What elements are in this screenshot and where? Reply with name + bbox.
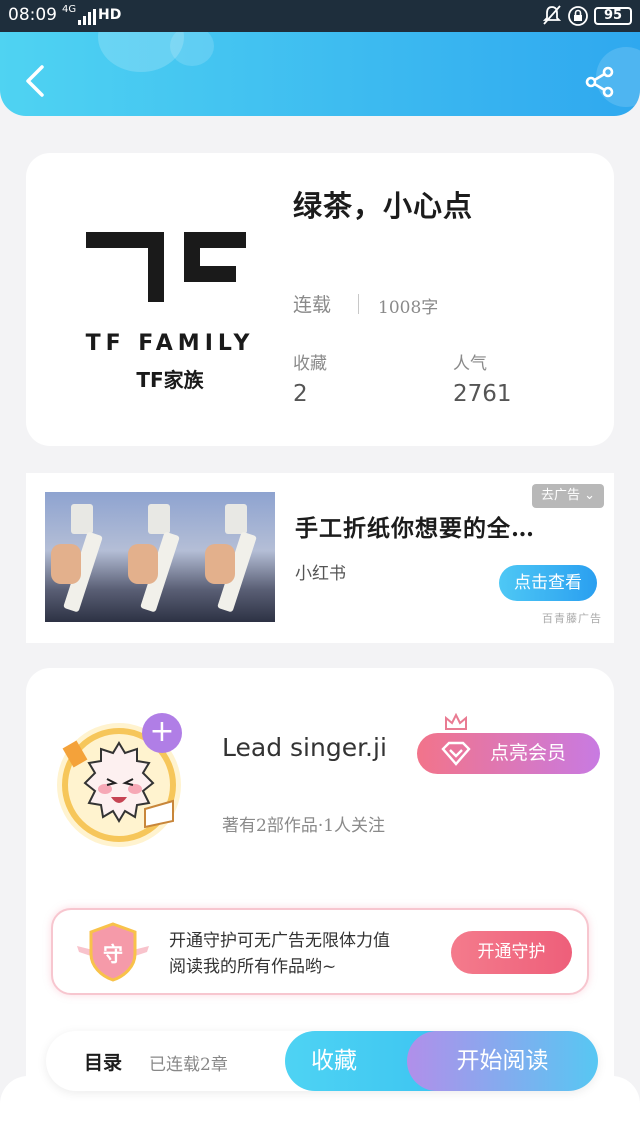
- chapter-count: 已连载2章: [149, 1055, 228, 1075]
- word-count: 1008字: [378, 298, 439, 318]
- ad-banner[interactable]: 手工折纸你想要的全… 小红书 去广告 ⌄ 点击查看 百青藤广告: [26, 473, 614, 643]
- status-time: 08:09: [8, 5, 57, 25]
- book-title: 绿茶，小心点: [293, 189, 474, 223]
- favorites-label: 收藏: [293, 354, 327, 374]
- guard-shield-icon: 守: [77, 922, 149, 982]
- activate-vip-button[interactable]: 点亮会员: [417, 733, 600, 774]
- ad-image-panel: [122, 492, 199, 622]
- ad-title[interactable]: 手工折纸你想要的全…: [295, 509, 535, 543]
- lock-icon: [568, 6, 588, 26]
- ad-source: 小红书: [295, 564, 346, 584]
- ad-image[interactable]: [45, 492, 275, 622]
- bell-off-icon: [543, 5, 561, 25]
- share-button[interactable]: [584, 66, 616, 98]
- ad-cta-button[interactable]: 点击查看: [499, 565, 597, 601]
- ad-image-panel: [45, 492, 122, 622]
- back-button[interactable]: [22, 64, 48, 98]
- top-header: [0, 32, 640, 116]
- favorites-value: 2: [293, 381, 308, 407]
- signal-icon: [78, 9, 96, 25]
- popularity-value: 2761: [453, 381, 512, 407]
- battery-icon: 95: [594, 7, 632, 25]
- book-info-card: TF FAMILY TF家族 绿茶，小心点 连载 1008字 收藏 2 人气 2…: [26, 153, 614, 446]
- share-icon: [585, 66, 614, 98]
- ad-image-panel: [199, 492, 275, 622]
- cover-logo-text: TF FAMILY: [85, 331, 255, 356]
- open-guard-button[interactable]: 开通守护: [451, 931, 572, 974]
- vip-button-label: 点亮会员: [490, 742, 567, 764]
- tf-logo-mark: [86, 232, 246, 302]
- guard-description: 开通守护可无广告无限体力值 阅读我的所有作品哟~: [169, 928, 390, 980]
- crown-icon: [445, 713, 467, 730]
- diamond-icon: [441, 741, 471, 766]
- hd-indicator: HD: [98, 7, 122, 23]
- chevron-left-icon: [26, 65, 44, 97]
- guard-promo-box: 守 开通守护可无广告无限体力值 阅读我的所有作品哟~ 开通守护: [51, 908, 589, 995]
- book-cover[interactable]: TF FAMILY TF家族: [70, 216, 270, 396]
- divider: [358, 294, 359, 314]
- bottom-action-bar: 目录 已连载2章 收藏 开始阅读: [46, 1031, 598, 1091]
- guard-badge-text: 守: [103, 942, 123, 966]
- ad-provider-mark: 百青藤广告: [542, 612, 602, 625]
- remove-ad-button[interactable]: 去广告 ⌄: [532, 484, 604, 508]
- cover-logo-cn: TF家族: [136, 368, 204, 392]
- guard-line-1: 开通守护可无广告无限体力值: [169, 931, 390, 951]
- start-reading-button[interactable]: 开始阅读: [407, 1031, 598, 1091]
- book-status: 连载: [293, 294, 332, 316]
- network-type: 4G: [62, 4, 77, 15]
- popularity-label: 人气: [453, 354, 487, 374]
- author-stats: 著有2部作品·1人关注: [222, 816, 386, 836]
- status-bar: 08:09 4G HD 95: [0, 0, 640, 32]
- follow-plus-button[interactable]: +: [142, 713, 182, 753]
- decor-bubble: [170, 32, 214, 66]
- favorites-button-label: 收藏: [311, 1048, 357, 1074]
- author-name[interactable]: Lead singer.ji: [222, 733, 387, 762]
- table-of-contents-button[interactable]: 目录: [84, 1048, 122, 1075]
- guard-line-2: 阅读我的所有作品哟~: [169, 957, 337, 977]
